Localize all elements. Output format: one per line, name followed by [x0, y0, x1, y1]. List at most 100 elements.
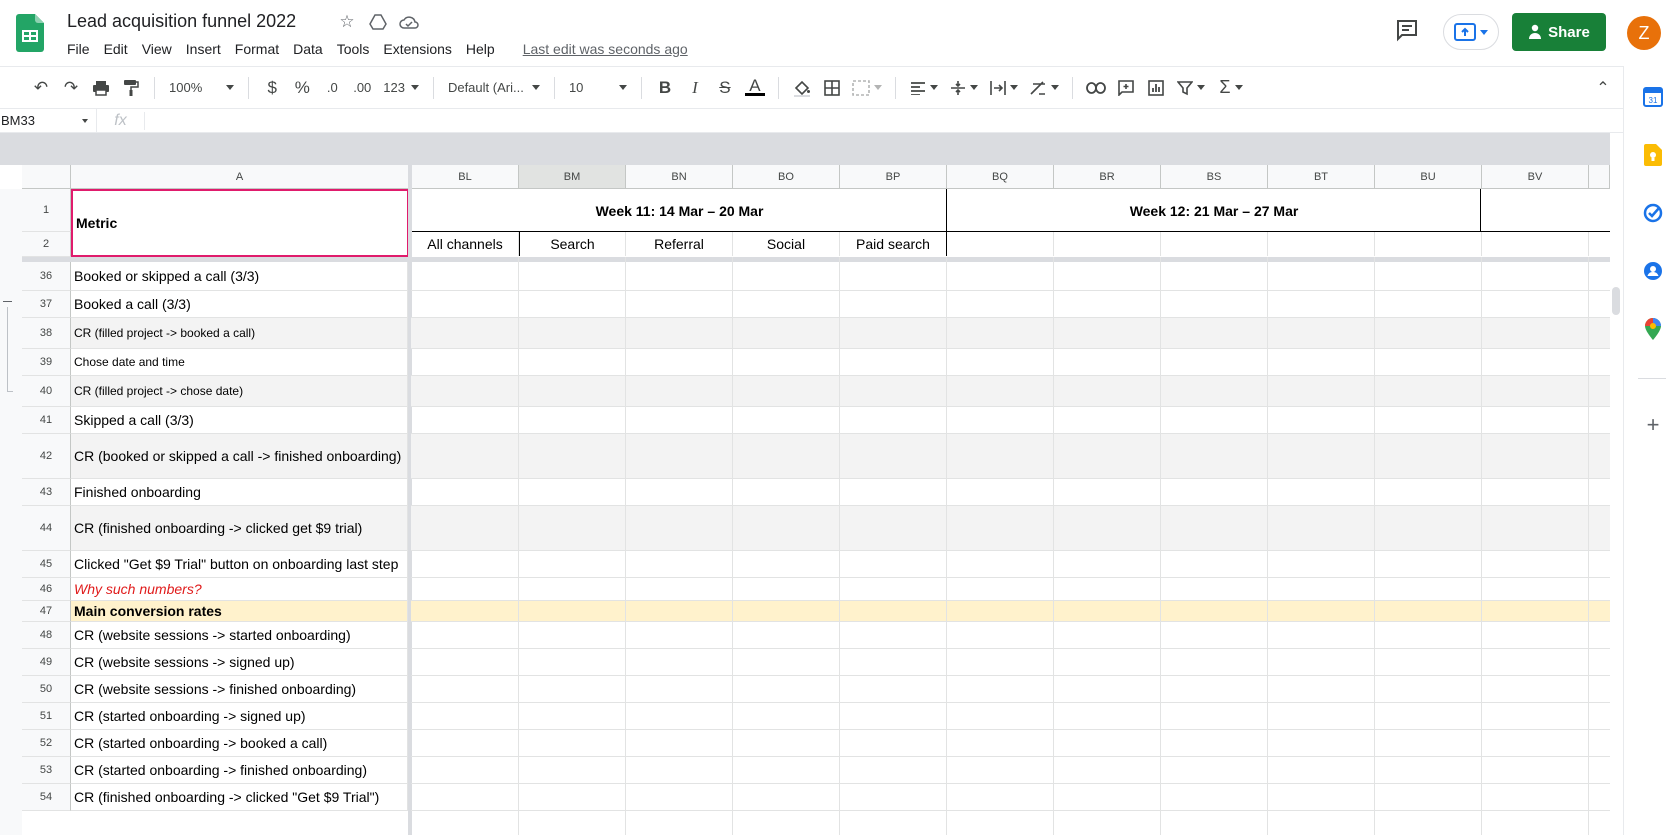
align-icon[interactable] — [904, 74, 944, 102]
sheets-logo-icon[interactable] — [16, 14, 44, 52]
last-edit-link[interactable]: Last edit was seconds ago — [523, 41, 688, 57]
metric-cell[interactable]: Skipped a call (3/3) — [71, 407, 408, 434]
row-header[interactable]: 40 — [22, 376, 71, 407]
table-row[interactable] — [411, 676, 1610, 703]
increase-decimal-button[interactable]: .00 — [347, 74, 377, 102]
column-header[interactable]: BN — [626, 165, 733, 189]
chart-icon[interactable] — [1141, 74, 1171, 102]
row-header[interactable]: 37 — [22, 291, 71, 318]
functions-icon[interactable]: Σ — [1211, 74, 1251, 102]
table-row[interactable] — [411, 622, 1610, 649]
cloud-saved-icon[interactable] — [398, 11, 420, 33]
row-header[interactable]: 48 — [22, 622, 71, 649]
column-header[interactable]: BP — [840, 165, 947, 189]
row-header[interactable]: 2 — [22, 232, 71, 257]
column-header[interactable]: BU — [1375, 165, 1482, 189]
channel-header[interactable]: Paid search — [840, 232, 947, 256]
table-row[interactable] — [411, 784, 1610, 811]
table-row[interactable] — [411, 601, 1610, 622]
row-header[interactable]: 50 — [22, 676, 71, 703]
channel-header[interactable]: Search — [519, 232, 626, 256]
column-header[interactable]: BR — [1054, 165, 1161, 189]
metric-cell[interactable]: Booked a call (3/3) — [71, 291, 408, 318]
keep-icon[interactable] — [1642, 144, 1664, 166]
column-header[interactable]: BV — [1482, 165, 1589, 189]
decrease-decimal-button[interactable]: .0 — [317, 74, 347, 102]
group-collapse-icon[interactable] — [3, 301, 12, 302]
week-12-header[interactable]: Week 12: 21 Mar – 27 Mar — [947, 189, 1481, 232]
table-row[interactable] — [411, 479, 1610, 506]
metric-cell[interactable]: CR (booked or skipped a call -> finished… — [71, 434, 408, 479]
percent-format-button[interactable]: % — [287, 74, 317, 102]
row-header[interactable]: 46 — [22, 578, 71, 601]
metric-cell[interactable]: CR (filled project -> booked a call) — [71, 318, 408, 349]
table-row[interactable] — [411, 407, 1610, 434]
comment-icon[interactable] — [1111, 74, 1141, 102]
table-row[interactable] — [411, 730, 1610, 757]
channel-header-empty[interactable] — [947, 232, 1054, 256]
row-header[interactable]: 39 — [22, 349, 71, 376]
column-header[interactable]: BS — [1161, 165, 1268, 189]
metric-cell[interactable]: CR (website sessions -> signed up) — [71, 649, 408, 676]
column-header[interactable]: BT — [1268, 165, 1375, 189]
channel-header-empty[interactable] — [1161, 232, 1268, 256]
undo-icon[interactable]: ↶ — [26, 74, 56, 102]
row-header[interactable]: 42 — [22, 434, 71, 479]
currency-format-button[interactable]: $ — [257, 74, 287, 102]
menu-extensions[interactable]: Extensions — [383, 41, 459, 57]
menu-edit[interactable]: Edit — [104, 41, 136, 57]
table-row[interactable] — [411, 578, 1610, 601]
metric-cell[interactable]: Why such numbers? — [71, 578, 408, 601]
metric-cell[interactable]: CR (finished onboarding -> clicked get $… — [71, 506, 408, 551]
menu-tools[interactable]: Tools — [337, 41, 378, 57]
menu-view[interactable]: View — [142, 41, 180, 57]
move-to-drive-icon[interactable] — [367, 11, 389, 33]
column-header[interactable]: A — [71, 165, 409, 189]
channel-header-empty[interactable] — [1054, 232, 1161, 256]
bold-icon[interactable]: B — [650, 74, 680, 102]
name-box[interactable]: BM33 — [0, 109, 97, 132]
fill-color-icon[interactable] — [787, 74, 817, 102]
table-row[interactable] — [411, 506, 1610, 551]
metric-cell[interactable]: CR (filled project -> chose date) — [71, 376, 408, 407]
row-header[interactable]: 47 — [22, 601, 71, 622]
channel-header-empty[interactable] — [1268, 232, 1375, 256]
row-header[interactable]: 52 — [22, 730, 71, 757]
strikethrough-icon[interactable]: S — [710, 74, 740, 102]
table-row[interactable] — [411, 551, 1610, 578]
maps-icon[interactable] — [1642, 318, 1664, 340]
metric-cell[interactable]: CR (finished onboarding -> clicked "Get … — [71, 784, 408, 811]
print-icon[interactable] — [86, 74, 116, 102]
redo-icon[interactable]: ↷ — [56, 74, 86, 102]
table-row[interactable] — [411, 291, 1610, 318]
channel-header-empty[interactable] — [1482, 232, 1589, 256]
metric-cell[interactable]: CR (started onboarding -> finished onboa… — [71, 757, 408, 784]
table-row[interactable] — [411, 262, 1610, 291]
link-icon[interactable] — [1081, 74, 1111, 102]
table-row[interactable] — [411, 434, 1610, 479]
formula-input[interactable] — [145, 109, 1623, 132]
star-icon[interactable]: ☆ — [336, 11, 358, 33]
column-header[interactable]: BL — [412, 165, 519, 189]
row-header[interactable]: 44 — [22, 506, 71, 551]
merge-icon[interactable] — [847, 74, 887, 102]
table-row[interactable] — [411, 757, 1610, 784]
menu-format[interactable]: Format — [235, 41, 287, 57]
menu-insert[interactable]: Insert — [186, 41, 229, 57]
metric-cell[interactable]: CR (website sessions -> started onboardi… — [71, 622, 408, 649]
filter-icon[interactable] — [1171, 74, 1211, 102]
row-header[interactable]: 41 — [22, 407, 71, 434]
column-header[interactable]: BO — [733, 165, 840, 189]
italic-icon[interactable]: I — [680, 74, 710, 102]
font-size-select[interactable]: 10 — [563, 74, 633, 102]
text-color-icon[interactable]: A — [740, 74, 770, 102]
metric-cell[interactable]: Clicked "Get $9 Trial" button on onboard… — [71, 551, 408, 578]
metric-cell[interactable]: CR (started onboarding -> signed up) — [71, 703, 408, 730]
row-header[interactable]: 54 — [22, 784, 71, 811]
metric-cell[interactable]: CR (started onboarding -> booked a call) — [71, 730, 408, 757]
metric-cell[interactable]: Finished onboarding — [71, 479, 408, 506]
vertical-scrollbar[interactable] — [1612, 287, 1620, 315]
metric-cell[interactable]: Booked or skipped a call (3/3) — [71, 262, 408, 291]
add-icon[interactable]: + — [1642, 412, 1664, 437]
comment-history-icon[interactable] — [1395, 18, 1421, 44]
